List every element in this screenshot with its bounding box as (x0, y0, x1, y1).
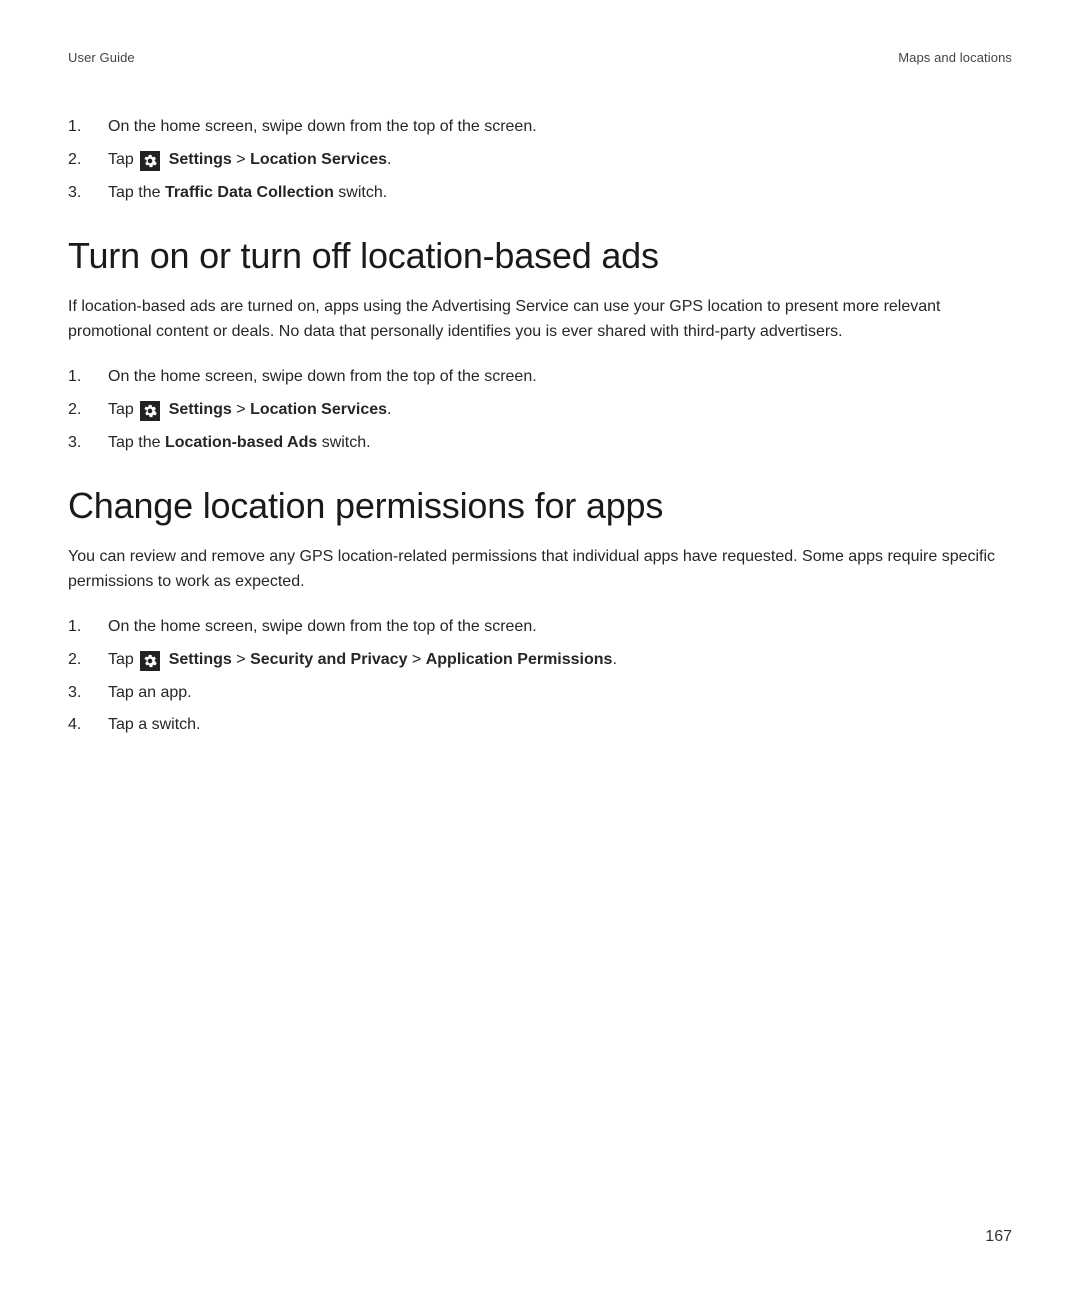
step-body: Tap Settings > Location Services. (108, 398, 1012, 423)
text: switch. (317, 434, 370, 451)
gear-icon (140, 151, 160, 171)
bold-text: Settings (169, 401, 232, 418)
bold-text: Location-based Ads (165, 434, 317, 451)
bold-text: Security and Privacy (250, 651, 407, 668)
step-number: 3. (68, 181, 108, 206)
text: > (232, 151, 250, 168)
page: User Guide Maps and locations 1. On the … (0, 0, 1080, 1296)
step-number: 3. (68, 681, 108, 706)
list-item: 1. On the home screen, swipe down from t… (68, 365, 1012, 390)
bold-text: Traffic Data Collection (165, 184, 334, 201)
step-number: 3. (68, 431, 108, 456)
bold-text: Location Services (250, 151, 387, 168)
step-number: 2. (68, 148, 108, 173)
text: Tap (108, 151, 138, 168)
step-body: Tap Settings > Location Services. (108, 148, 1012, 173)
list-item: 2. Tap Settings > Location Services. (68, 148, 1012, 173)
heading-permissions: Change location permissions for apps (68, 485, 1012, 527)
list-item: 3. Tap the Location-based Ads switch. (68, 431, 1012, 456)
step-number: 1. (68, 615, 108, 640)
list-item: 1. On the home screen, swipe down from t… (68, 115, 1012, 140)
list-item: 2. Tap Settings > Security and Privacy >… (68, 648, 1012, 673)
bold-text: Application Permissions (426, 651, 613, 668)
step-number: 4. (68, 713, 108, 738)
gear-icon (140, 651, 160, 671)
text: Tap (108, 651, 138, 668)
list-item: 3. Tap the Traffic Data Collection switc… (68, 181, 1012, 206)
list-item: 2. Tap Settings > Location Services. (68, 398, 1012, 423)
bold-text: Settings (169, 651, 232, 668)
gear-icon (140, 401, 160, 421)
steps-list-1: 1. On the home screen, swipe down from t… (68, 365, 1012, 455)
step-body: Tap Settings > Security and Privacy > Ap… (108, 648, 1012, 673)
page-header: User Guide Maps and locations (68, 50, 1012, 65)
paragraph: You can review and remove any GPS locati… (68, 545, 1012, 595)
step-body: On the home screen, swipe down from the … (108, 365, 1012, 390)
bold-text: Location Services (250, 401, 387, 418)
text: switch. (334, 184, 387, 201)
step-body: Tap the Traffic Data Collection switch. (108, 181, 1012, 206)
step-number: 2. (68, 398, 108, 423)
step-body: On the home screen, swipe down from the … (108, 615, 1012, 640)
bold-text: Settings (169, 151, 232, 168)
list-item: 1. On the home screen, swipe down from t… (68, 615, 1012, 640)
text: . (387, 401, 391, 418)
step-body: Tap a switch. (108, 713, 1012, 738)
step-number: 1. (68, 365, 108, 390)
text: > (232, 401, 250, 418)
paragraph: If location-based ads are turned on, app… (68, 295, 1012, 345)
step-number: 2. (68, 648, 108, 673)
list-item: 4. Tap a switch. (68, 713, 1012, 738)
list-item: 3. Tap an app. (68, 681, 1012, 706)
text: . (612, 651, 616, 668)
step-body: Tap an app. (108, 681, 1012, 706)
text: > (407, 651, 425, 668)
page-number: 167 (985, 1228, 1012, 1246)
step-number: 1. (68, 115, 108, 140)
steps-list-2: 1. On the home screen, swipe down from t… (68, 615, 1012, 738)
heading-location-ads: Turn on or turn off location-based ads (68, 235, 1012, 277)
step-body: Tap the Location-based Ads switch. (108, 431, 1012, 456)
header-right: Maps and locations (898, 50, 1012, 65)
header-left: User Guide (68, 50, 135, 65)
text: Tap the (108, 184, 165, 201)
text: Tap (108, 401, 138, 418)
text: . (387, 151, 391, 168)
text: Tap the (108, 434, 165, 451)
step-body: On the home screen, swipe down from the … (108, 115, 1012, 140)
steps-list-0: 1. On the home screen, swipe down from t… (68, 115, 1012, 205)
text: > (232, 651, 250, 668)
